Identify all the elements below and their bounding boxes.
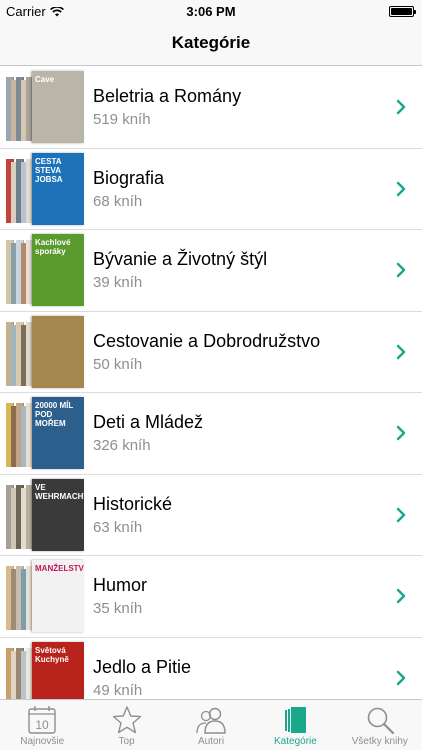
- tab-bar: 10 Najnovšie Top Autori Kategórie Všetky knih…: [0, 699, 422, 750]
- category-row[interactable]: Kachlové sporáky Bývanie a Životný štýl 39…: [0, 230, 422, 312]
- book-stack-thumbnail: Cave: [6, 71, 84, 144]
- book-cover-lettering: Cave: [35, 75, 55, 84]
- tab-star[interactable]: Top: [84, 700, 168, 750]
- book-stack-thumbnail: CESTA STEVA JOBSA: [6, 152, 84, 226]
- status-bar: Carrier 3:06 PM: [0, 0, 422, 22]
- book-cover-lettering: VE WEHRMACHTU: [35, 482, 84, 501]
- book-cover-image: 20000 MÍL POD MOŘEM: [32, 397, 84, 469]
- category-book-count: 68 kníh: [93, 192, 143, 210]
- category-title: Humor: [93, 575, 148, 595]
- book-cover-image: CESTA STEVA JOBSA: [32, 152, 84, 225]
- tab-label: Najnovšie: [20, 736, 65, 747]
- category-book-count: 50 kníh: [93, 355, 143, 373]
- category-row[interactable]: Světová Kuchyně Jedlo a Pitie 49 kníh: [0, 637, 422, 699]
- category-row[interactable]: VE WEHRMACHTU Historické 63 kníh: [0, 474, 422, 556]
- book-cover-image: [32, 315, 84, 388]
- book-cover-lettering: MANŽELSTVÍ:: [35, 564, 84, 573]
- category-title: Biografia: [93, 167, 165, 188]
- category-title: Cestovanie a Dobrodružstvo: [93, 330, 321, 351]
- book-cover-image: VE WEHRMACHTU: [32, 478, 84, 551]
- book-cover-image: Kachlové sporáky: [32, 234, 84, 306]
- page-title: Kategórie: [171, 33, 251, 52]
- people-icon: [196, 707, 226, 734]
- svg-text:10: 10: [36, 718, 50, 732]
- calendar-icon: 10: [28, 706, 56, 734]
- category-book-count: 39 kníh: [93, 274, 143, 291]
- book-cover-lettering: CESTA STEVA JOBSA: [35, 156, 63, 184]
- tab-calendar[interactable]: 10 Najnovšie: [0, 700, 84, 750]
- category-row[interactable]: Cestovanie a Dobrodružstvo 50 kníh: [0, 311, 422, 393]
- tab-label: Kategórie: [274, 736, 317, 747]
- chevron-right-icon: [396, 262, 406, 278]
- chevron-right-icon: [396, 507, 406, 522]
- book-cover-lettering: Světová Kuchyně: [35, 645, 69, 664]
- category-book-count: 63 kníh: [93, 518, 143, 536]
- chevron-right-icon: [396, 425, 406, 441]
- tab-label: Autori: [197, 736, 225, 747]
- book-stack-thumbnail: VE WEHRMACHTU: [6, 478, 84, 552]
- category-title: Jedlo a Pitie: [93, 656, 192, 677]
- book-stack-thumbnail: Kachlové sporáky: [6, 234, 84, 307]
- navigation-bar: Kategórie: [0, 22, 422, 66]
- category-row[interactable]: CESTA STEVA JOBSA Biografia 68 kníh: [0, 148, 422, 230]
- book-cover-image: MANŽELSTVÍ:: [32, 560, 84, 632]
- book-cover-lettering: 20000 MÍL POD MOŘEM: [35, 401, 74, 428]
- category-title: Deti a Mládež: [93, 412, 204, 432]
- category-title: Historické: [93, 493, 173, 514]
- tab-search[interactable]: Všetky knihy: [338, 700, 422, 750]
- chevron-right-icon: [396, 344, 406, 359]
- category-book-count: 326 kníh: [93, 437, 151, 454]
- tab-label: Top: [118, 736, 135, 747]
- category-row[interactable]: MANŽELSTVÍ: Humor 35 kníh: [0, 556, 422, 638]
- category-book-count: 35 kníh: [93, 600, 143, 617]
- chevron-right-icon: [396, 670, 406, 685]
- category-list[interactable]: Cave Beletria a Romány 519 kníh CESTA STEVA…: [0, 67, 422, 699]
- tab-people[interactable]: Autori: [169, 700, 253, 750]
- chevron-right-icon: [396, 99, 406, 115]
- book-stack-thumbnail: 20000 MÍL POD MOŘEM: [6, 397, 84, 470]
- battery-level: [391, 8, 412, 15]
- chevron-right-icon: [396, 588, 406, 604]
- category-row[interactable]: 20000 MÍL POD MOŘEM Deti a Mládež 326 kníh: [0, 393, 422, 475]
- search-icon: [367, 707, 394, 735]
- books-icon: [285, 707, 307, 733]
- chevron-right-icon: [396, 181, 406, 196]
- category-book-count: 519 kníh: [93, 111, 151, 128]
- category-book-count: 49 kníh: [93, 681, 143, 699]
- category-title: Beletria a Romány: [93, 86, 242, 106]
- category-title: Bývanie a Životný štýl: [93, 249, 268, 269]
- star-icon: [112, 706, 141, 734]
- tab-label: Všetky knihy: [351, 736, 408, 747]
- tab-books[interactable]: Kategórie: [253, 700, 337, 750]
- status-time: 3:06 PM: [186, 4, 236, 19]
- category-row[interactable]: Cave Beletria a Romány 519 kníh: [0, 67, 422, 149]
- book-stack-thumbnail: [6, 315, 84, 389]
- book-stack-thumbnail: Světová Kuchyně: [6, 641, 84, 699]
- book-stack-thumbnail: MANŽELSTVÍ:: [6, 560, 84, 633]
- book-cover-image: Cave: [32, 71, 84, 143]
- battery-icon: [389, 6, 416, 17]
- book-cover-image: Světová Kuchyně: [32, 641, 84, 699]
- book-cover-lettering: Kachlové sporáky: [35, 238, 71, 256]
